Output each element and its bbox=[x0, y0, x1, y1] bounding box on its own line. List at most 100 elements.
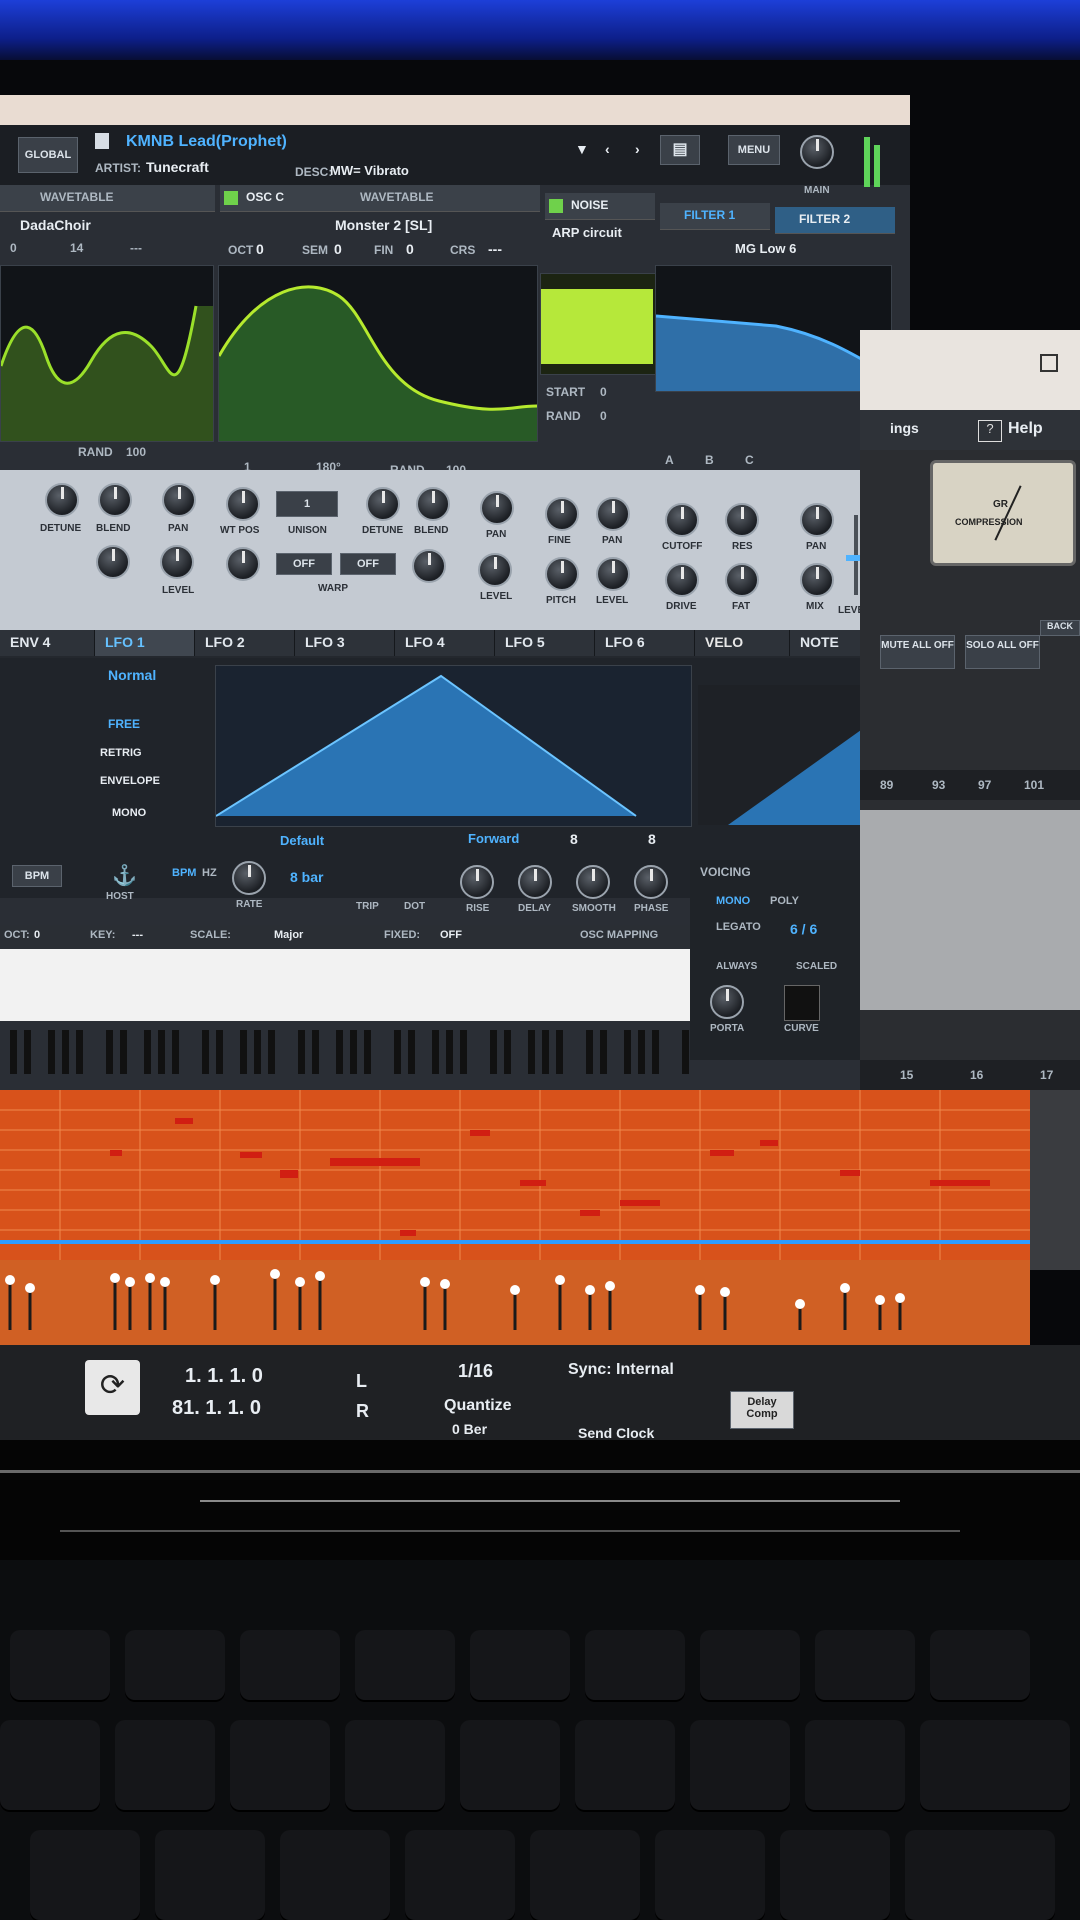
osc-c-warp-knob[interactable] bbox=[226, 547, 260, 581]
noise-pitch-knob[interactable] bbox=[545, 557, 579, 591]
lfo-trig-retrig[interactable]: RETRIG bbox=[100, 747, 142, 759]
preset-dropdown-icon[interactable]: ▼ bbox=[575, 141, 589, 157]
tab-velo[interactable]: VELO bbox=[695, 630, 790, 656]
filter-route-a[interactable]: A bbox=[665, 453, 674, 467]
position-start[interactable]: 1. 1. 1. 0 bbox=[185, 1365, 263, 1388]
lfo-shape-name[interactable]: Default bbox=[280, 833, 324, 848]
osc-c-sem[interactable]: 0 bbox=[334, 241, 342, 257]
lfo-rate-value[interactable]: 8 bar bbox=[290, 869, 323, 885]
fixed-value[interactable]: OFF bbox=[440, 929, 462, 941]
right-locator[interactable]: R bbox=[356, 1401, 369, 1422]
noise-fine-knob[interactable] bbox=[545, 497, 579, 531]
oct-value[interactable]: 0 bbox=[34, 929, 40, 941]
anchor-icon[interactable]: ⚓ bbox=[112, 863, 137, 887]
osc-c-warp2-knob[interactable] bbox=[412, 549, 446, 583]
lfo-rate-knob[interactable] bbox=[232, 861, 266, 895]
loop-icon[interactable]: ⟳ bbox=[85, 1360, 140, 1415]
osc-b-wavetable[interactable]: DadaChoir bbox=[20, 217, 91, 233]
position-end[interactable]: 81. 1. 1. 0 bbox=[172, 1397, 261, 1420]
porta-knob[interactable] bbox=[710, 985, 744, 1019]
lfo-smooth-knob[interactable] bbox=[576, 865, 610, 899]
delay-comp-button[interactable]: Delay Comp bbox=[730, 1391, 794, 1429]
osc-c-oct[interactable]: 0 bbox=[256, 241, 264, 257]
lfo-trip-label[interactable]: TRIP bbox=[356, 901, 379, 912]
osc-b-fin[interactable]: 14 bbox=[70, 241, 83, 255]
back-button[interactable]: BACK bbox=[1040, 620, 1080, 636]
osc-c-pan-knob[interactable] bbox=[480, 491, 514, 525]
lfo-grid-b[interactable]: 8 bbox=[648, 831, 656, 847]
global-tab[interactable]: GLOBAL bbox=[18, 137, 78, 173]
lfo-bpm-side[interactable]: BPM bbox=[12, 865, 62, 887]
osc-mapping-button[interactable]: OSC MAPPING bbox=[580, 929, 658, 941]
osc-c-wtpos-knob[interactable] bbox=[226, 487, 260, 521]
key-value[interactable]: --- bbox=[132, 929, 143, 941]
osc-c-wave-display[interactable] bbox=[217, 265, 538, 442]
quantize-value[interactable]: 1/16 bbox=[458, 1361, 493, 1382]
voicing-mono[interactable]: MONO bbox=[716, 895, 750, 907]
noise-rand[interactable]: 0 bbox=[600, 409, 607, 423]
voicing-legato[interactable]: LEGATO bbox=[716, 921, 761, 933]
filter-type[interactable]: MG Low 6 bbox=[735, 241, 796, 256]
tab-env4[interactable]: ENV 4 bbox=[0, 630, 95, 656]
filter-route-c[interactable]: C bbox=[745, 453, 754, 467]
osc-c-enable-toggle[interactable] bbox=[224, 191, 238, 205]
lfo-shape-display[interactable] bbox=[215, 665, 692, 827]
tab-lfo5[interactable]: LFO 5 bbox=[495, 630, 595, 656]
lfo-dot-label[interactable]: DOT bbox=[404, 901, 425, 912]
lfo-trig-free[interactable]: FREE bbox=[108, 717, 140, 731]
filter-response-display[interactable] bbox=[655, 265, 892, 392]
main-volume-knob[interactable] bbox=[800, 135, 834, 169]
noise-start[interactable]: 0 bbox=[600, 385, 607, 399]
osc-c-warp-b[interactable]: OFF bbox=[340, 553, 396, 575]
lfo-delay-knob[interactable] bbox=[518, 865, 552, 899]
voicing-always[interactable]: ALWAYS bbox=[716, 961, 757, 972]
osc-c-wavetable[interactable]: Monster 2 [SL] bbox=[335, 217, 432, 233]
solo-all-button[interactable]: SOLO ALL OFF bbox=[965, 635, 1040, 669]
noise-source[interactable]: ARP circuit bbox=[552, 225, 622, 240]
filter-pan-knob[interactable] bbox=[800, 503, 834, 537]
filter-fat-knob[interactable] bbox=[725, 563, 759, 597]
left-locator[interactable]: L bbox=[356, 1371, 367, 1392]
sync-mode[interactable]: Sync: Internal bbox=[568, 1361, 674, 1379]
voicing-scaled[interactable]: SCALED bbox=[796, 961, 837, 972]
noise-level-knob[interactable] bbox=[596, 557, 630, 591]
osc-b-pan-knob[interactable] bbox=[162, 483, 196, 517]
osc-c-detune-knob[interactable] bbox=[366, 487, 400, 521]
osc-b-crs[interactable]: --- bbox=[130, 241, 142, 255]
lfo-direction[interactable]: Forward bbox=[468, 831, 519, 846]
lfo-grid-a[interactable]: 8 bbox=[570, 831, 578, 847]
lfo-mode[interactable]: Normal bbox=[108, 667, 156, 683]
daw-track-area[interactable] bbox=[860, 810, 1080, 1010]
settings-menu[interactable]: ings bbox=[890, 420, 919, 436]
mute-all-button[interactable]: MUTE ALL OFF bbox=[880, 635, 955, 669]
tab-lfo2[interactable]: LFO 2 bbox=[195, 630, 295, 656]
plugin-keyboard[interactable] bbox=[0, 949, 690, 1021]
osc-b-level-knob[interactable] bbox=[160, 545, 194, 579]
scale-value[interactable]: Major bbox=[274, 929, 303, 941]
osc-c-unison-voices[interactable]: 1 bbox=[276, 491, 338, 517]
osc-c-warp-a[interactable]: OFF bbox=[276, 553, 332, 575]
lfo-rise-knob[interactable] bbox=[460, 865, 494, 899]
tab-lfo3[interactable]: LFO 3 bbox=[295, 630, 395, 656]
maximize-icon[interactable] bbox=[1040, 354, 1058, 372]
osc-b-warp-knob[interactable] bbox=[96, 545, 130, 579]
help-icon[interactable]: ? bbox=[978, 420, 1002, 442]
osc-c-fin[interactable]: 0 bbox=[406, 241, 414, 257]
osc-c-blend-knob[interactable] bbox=[416, 487, 450, 521]
velocity-lane[interactable] bbox=[0, 1260, 1030, 1345]
osc-c-crs[interactable]: --- bbox=[488, 241, 502, 257]
next-preset-icon[interactable]: › bbox=[635, 141, 640, 157]
noise-enable-toggle[interactable] bbox=[549, 199, 563, 213]
prev-preset-icon[interactable]: ‹ bbox=[605, 141, 610, 157]
tab-lfo4[interactable]: LFO 4 bbox=[395, 630, 495, 656]
tab-lfo1[interactable]: LFO 1 bbox=[95, 630, 195, 656]
osc-b-oct[interactable]: 0 bbox=[10, 241, 17, 255]
tab-lfo6[interactable]: LFO 6 bbox=[595, 630, 695, 656]
menu-button[interactable]: MENU bbox=[728, 135, 780, 165]
filter1-header[interactable]: FILTER 1 bbox=[660, 203, 770, 230]
osc-c-type[interactable]: WAVETABLE bbox=[360, 190, 434, 204]
voicing-count[interactable]: 6 / 6 bbox=[790, 921, 817, 937]
lfo-hz-label[interactable]: HZ bbox=[202, 867, 217, 879]
preset-name[interactable]: KMNB Lead(Prophet) bbox=[126, 133, 287, 151]
filter-drive-knob[interactable] bbox=[665, 563, 699, 597]
